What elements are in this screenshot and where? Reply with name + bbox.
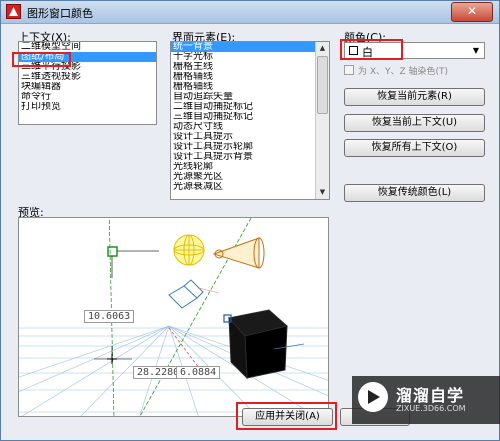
elements-scrollbar[interactable]: ▲ ▼: [315, 42, 329, 199]
window-title: 图形窗口颜色: [27, 7, 93, 20]
coord-readout-1: 10.6063: [84, 310, 135, 323]
interface-element-item[interactable]: 光源衰减区: [171, 182, 329, 192]
scroll-down-icon[interactable]: ▼: [316, 186, 329, 199]
watermark-url: ZIXUE.3D66.COM: [396, 404, 466, 413]
interface-element-item[interactable]: 光线轮廓: [171, 162, 329, 172]
interface-elements-list[interactable]: 统一背景 十字光标 栅格主线 栅格辅线 栅格轴线 自动追踪矢量 二维自动捕捉标记 三维自动捕捉…: [170, 41, 330, 200]
color-dropdown[interactable]: 白 ▼: [344, 42, 485, 59]
color-value: 白: [362, 46, 373, 59]
black-cube: [228, 309, 289, 380]
coord-readout-3: 6.0884: [176, 366, 221, 379]
context-list-item[interactable]: 三维平行投影: [19, 62, 156, 72]
graphics-window-color-dialog: 图形窗口颜色 ✕ 上下文(X): 二维模型空间 图纸/布局 三维平行投影 三维透视投影…: [0, 0, 500, 441]
interface-element-item[interactable]: 栅格主线: [171, 62, 329, 72]
context-list-item[interactable]: 三维透视投影: [19, 72, 156, 82]
spotlight-icon: [212, 237, 265, 269]
restore-classic-colors-button[interactable]: 恢复传统颜色(L): [344, 184, 485, 202]
interface-element-item[interactable]: 二维自动捕捉标记: [171, 102, 329, 112]
context-list-item[interactable]: 二维模型空间: [19, 42, 156, 52]
restore-all-contexts-button[interactable]: 恢复所有上下文(O): [344, 139, 485, 157]
light-bulb-icon: [173, 234, 205, 266]
interface-element-item[interactable]: 栅格轴线: [171, 82, 329, 92]
apply-and-close-button[interactable]: 应用并关闭(A): [242, 408, 333, 426]
tint-axes-label: 为 X、Y、Z 轴染色(T): [358, 67, 449, 77]
restore-current-element-button[interactable]: 恢复当前元素(R): [344, 88, 485, 106]
context-list[interactable]: 二维模型空间 图纸/布局 三维平行投影 三维透视投影 块编辑器 命令行 打印预览: [18, 41, 157, 125]
camera-icon: [168, 279, 204, 309]
interface-element-item[interactable]: 统一背景: [171, 42, 329, 52]
chevron-down-icon[interactable]: ▼: [469, 44, 483, 57]
scroll-up-icon[interactable]: ▲: [316, 42, 329, 55]
scroll-thumb[interactable]: [317, 56, 328, 114]
interface-element-item[interactable]: 动态尺寸线: [171, 122, 329, 132]
watermark: 溜溜自学 ZIXUE.3D66.COM: [352, 376, 500, 424]
context-list-item[interactable]: 打印预览: [19, 102, 156, 112]
restore-current-context-button[interactable]: 恢复当前上下文(U): [344, 114, 485, 132]
autocad-logo-icon: [6, 4, 21, 19]
context-list-item[interactable]: 命令行: [19, 92, 156, 102]
zixue-logo-icon: [358, 382, 388, 412]
interface-element-item[interactable]: 自动追踪矢量: [171, 92, 329, 102]
interface-element-item[interactable]: 光源聚光区: [171, 172, 329, 182]
context-list-item[interactable]: 块编辑器: [19, 82, 156, 92]
tint-axes-checkbox[interactable]: [344, 65, 354, 75]
interface-element-item[interactable]: 设计工具提示: [171, 132, 329, 142]
interface-element-item[interactable]: 栅格辅线: [171, 72, 329, 82]
preview-panel: 10.6063 28.2280 6.0884: [18, 217, 329, 417]
color-swatch: [349, 46, 358, 55]
interface-element-item[interactable]: 三维自动捕捉标记: [171, 112, 329, 122]
interface-element-item[interactable]: 十字光标: [171, 52, 329, 62]
context-list-item[interactable]: 图纸/布局: [19, 52, 156, 62]
title-bar: 图形窗口颜色 ✕: [1, 1, 499, 24]
close-button[interactable]: ✕: [451, 2, 493, 22]
interface-element-item[interactable]: 设计工具提示背景: [171, 152, 329, 162]
interface-element-item[interactable]: 设计工具提示轮廓: [171, 142, 329, 152]
watermark-name: 溜溜自学: [396, 386, 465, 405]
